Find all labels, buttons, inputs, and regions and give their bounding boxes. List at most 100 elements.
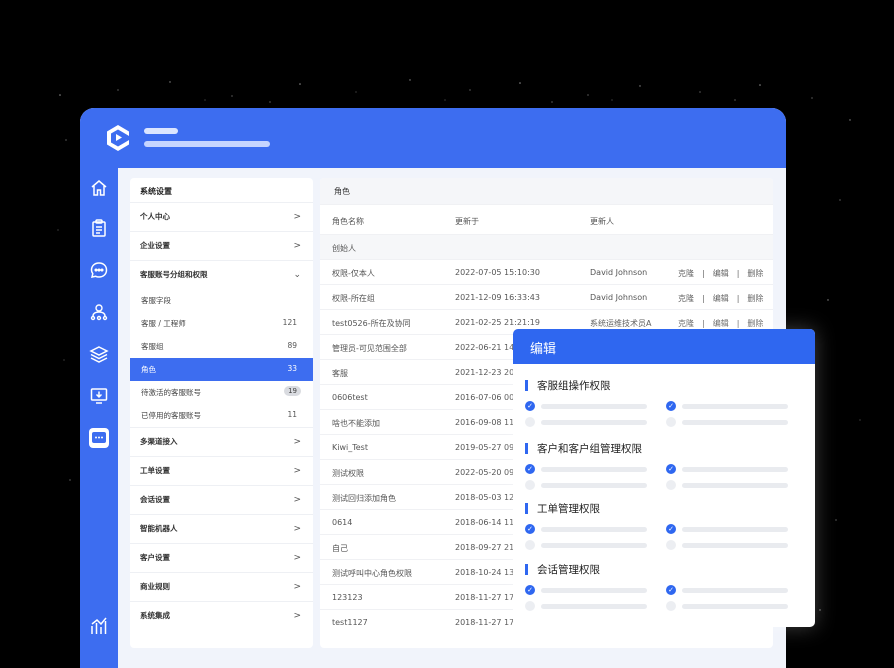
nav-item-label: 智能机器人: [140, 524, 178, 533]
permission-group: 客服组操作权限 ✓ ✓: [525, 378, 805, 427]
permission-option[interactable]: [525, 417, 655, 427]
unchecked-checkbox-icon[interactable]: [525, 417, 535, 427]
role-name: 0614: [332, 518, 353, 527]
nav-item-label: 个人中心: [140, 212, 170, 221]
permission-option[interactable]: ✓: [525, 464, 655, 474]
user-network-icon[interactable]: [89, 302, 109, 322]
permission-group-title: 工单管理权限: [525, 501, 805, 517]
permission-option[interactable]: [666, 417, 796, 427]
nav-sub-label: 客服 / 工程师: [141, 319, 186, 328]
nav-sub-item[interactable]: 客服组 89: [130, 335, 313, 358]
updated-at: 2016-07-06 00:: [455, 393, 517, 402]
updated-at: 2021-12-23 20:: [455, 368, 517, 377]
checked-checkbox-icon[interactable]: ✓: [666, 401, 676, 411]
nav-item-customer[interactable]: 客户设置 >: [130, 543, 313, 572]
permission-option[interactable]: ✓: [525, 585, 655, 595]
unchecked-checkbox-icon[interactable]: [666, 540, 676, 550]
table-row[interactable]: 权限-所在组 2021-12-09 16:33:43 David Johnson 克隆…: [320, 284, 773, 309]
checked-checkbox-icon[interactable]: ✓: [666, 585, 676, 595]
checked-checkbox-icon[interactable]: ✓: [525, 585, 535, 595]
nav-sub-count: 121: [282, 318, 297, 327]
chat-bubble-icon[interactable]: [89, 260, 109, 280]
nav-item-multichannel[interactable]: 多渠道接入 >: [130, 427, 313, 456]
permission-group: 客户和客户组管理权限 ✓ ✓: [525, 441, 805, 490]
checked-checkbox-icon[interactable]: ✓: [525, 464, 535, 474]
nav-item-enterprise[interactable]: 企业设置 >: [130, 231, 313, 260]
app-subtitle-placeholder: [144, 141, 270, 147]
nav-sub-item[interactable]: 客服字段: [130, 289, 313, 312]
updated-by: 系统运维技术员A: [590, 319, 652, 328]
permission-option[interactable]: [525, 540, 655, 550]
unchecked-checkbox-icon[interactable]: [666, 601, 676, 611]
chevron-right-icon: >: [293, 241, 301, 251]
nav-sub-item[interactable]: 待激活的客服账号 19: [130, 381, 313, 404]
chart-icon[interactable]: [89, 616, 109, 636]
role-name: 测试回归添加角色: [332, 494, 396, 503]
permission-option[interactable]: [666, 540, 796, 550]
updated-at: 2022-07-05 15:10:30: [455, 268, 540, 277]
nav-item-accounts-groups[interactable]: 客服账号分组和权限 ⌄: [130, 260, 313, 289]
nav-sub-label: 客服组: [141, 342, 164, 351]
permission-label-placeholder: [541, 604, 647, 609]
table-row[interactable]: 权限-仅本人 2022-07-05 15:10:30 David Johnson 克隆…: [320, 259, 773, 284]
group-row: 创始人: [320, 234, 773, 259]
permission-option[interactable]: ✓: [666, 585, 796, 595]
permission-option[interactable]: [525, 480, 655, 490]
nav-item-personal-center[interactable]: 个人中心 >: [130, 202, 313, 231]
permission-option[interactable]: ✓: [666, 401, 796, 411]
unchecked-checkbox-icon[interactable]: [525, 601, 535, 611]
checked-checkbox-icon[interactable]: ✓: [525, 401, 535, 411]
unchecked-checkbox-icon[interactable]: [525, 540, 535, 550]
table-header: 角色名称 更新于 更新人: [320, 204, 773, 234]
nav-sub-item[interactable]: 已停用的客服账号 11: [130, 404, 313, 427]
app-logo-icon: [107, 125, 129, 151]
row-actions[interactable]: 克隆 | 编辑 | 删除: [678, 318, 763, 329]
chevron-right-icon: >: [293, 553, 301, 563]
role-name: 权限-所在组: [332, 294, 375, 303]
nav-sub-item-roles[interactable]: 角色 33: [130, 358, 313, 381]
row-actions[interactable]: 克隆 | 编辑 | 删除: [678, 293, 763, 304]
checked-checkbox-icon[interactable]: ✓: [666, 464, 676, 474]
unchecked-checkbox-icon[interactable]: [525, 480, 535, 490]
permission-group: 工单管理权限 ✓ ✓: [525, 501, 805, 550]
nav-item-integration[interactable]: 系统集成 >: [130, 601, 313, 630]
permission-option[interactable]: [666, 480, 796, 490]
role-name: 测试呼叫中心角色权限: [332, 569, 412, 578]
checked-checkbox-icon[interactable]: ✓: [525, 524, 535, 534]
role-name: 123123: [332, 593, 363, 602]
chevron-right-icon: >: [293, 437, 301, 447]
permission-option[interactable]: [525, 601, 655, 611]
permission-option[interactable]: ✓: [525, 524, 655, 534]
nav-sub-item[interactable]: 客服 / 工程师 121: [130, 312, 313, 335]
unchecked-checkbox-icon[interactable]: [666, 480, 676, 490]
nav-item-ticket[interactable]: 工单设置 >: [130, 456, 313, 485]
nav-item-robot[interactable]: 智能机器人 >: [130, 514, 313, 543]
permission-option[interactable]: ✓: [525, 401, 655, 411]
chevron-right-icon: >: [293, 495, 301, 505]
nav-item-session[interactable]: 会话设置 >: [130, 485, 313, 514]
clipboard-icon[interactable]: [89, 218, 109, 238]
row-actions[interactable]: 克隆 | 编辑 | 删除: [678, 268, 763, 279]
settings-nav: 系统设置 个人中心 > 企业设置 > 客服账号分组和权限 ⌄ 客服字段 客服 / 工程…: [130, 178, 313, 648]
permission-group-title: 客户和客户组管理权限: [525, 441, 805, 457]
layers-icon[interactable]: [89, 344, 109, 364]
nav-item-business-rules[interactable]: 商业规则 >: [130, 572, 313, 601]
permission-option[interactable]: ✓: [666, 464, 796, 474]
updated-at: 2021-02-25 21:21:19: [455, 318, 540, 327]
permission-option[interactable]: ✓: [666, 524, 796, 534]
permission-label-placeholder: [682, 588, 788, 593]
permission-label-placeholder: [682, 604, 788, 609]
permission-option[interactable]: [666, 601, 796, 611]
home-icon[interactable]: [89, 178, 109, 198]
message-square-icon[interactable]: [89, 428, 109, 448]
nav-item-label: 工单设置: [140, 466, 170, 475]
unchecked-checkbox-icon[interactable]: [666, 417, 676, 427]
panel-title: 角色: [320, 178, 773, 204]
nav-sub-label: 角色: [141, 365, 156, 374]
nav-sub-label: 客服字段: [141, 296, 171, 305]
permission-group-title: 客服组操作权限: [525, 378, 805, 394]
checked-checkbox-icon[interactable]: ✓: [666, 524, 676, 534]
updated-at: 2022-06-21 14:: [455, 343, 517, 352]
monitor-download-icon[interactable]: [89, 386, 109, 406]
nav-item-label: 多渠道接入: [140, 437, 178, 446]
